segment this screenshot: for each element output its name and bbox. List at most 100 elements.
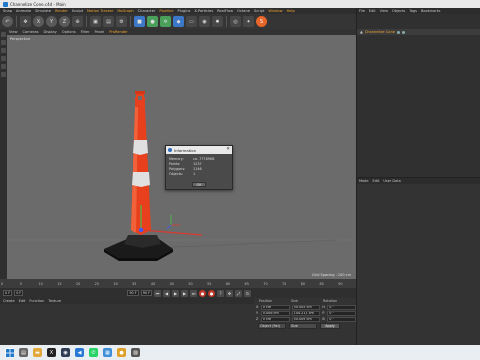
scene-icon[interactable]: S	[256, 16, 267, 27]
menu-item-render[interactable]: Render	[55, 9, 68, 13]
store-icon[interactable]: ▦	[103, 348, 112, 357]
y-axis-lock-icon[interactable]: Y	[46, 16, 57, 27]
object-menu-edit[interactable]: Edit	[369, 9, 376, 13]
object-menu-file[interactable]: File	[359, 9, 365, 13]
autokey-icon[interactable]: ●	[208, 289, 216, 297]
render-picture-viewer-icon[interactable]: ▤	[103, 16, 114, 27]
vscode-icon[interactable]: ◀	[75, 348, 84, 357]
material-menu-edit[interactable]: Edit	[19, 299, 26, 303]
viewport-menu-filter[interactable]: Filter	[81, 30, 90, 34]
keyframe-selection-icon[interactable]: ?	[217, 289, 225, 297]
coordinate-system-icon[interactable]: ⊕	[72, 16, 83, 27]
visibility-tag-icon[interactable]	[396, 30, 400, 34]
end-frame-field[interactable]: 90 F	[127, 290, 139, 296]
object-row[interactable]: ▲ Channelize Cone	[357, 29, 480, 35]
menu-item-character[interactable]: Character	[138, 9, 156, 13]
close-icon[interactable]: ✕	[226, 147, 230, 152]
move-tool-icon[interactable]: ✥	[20, 16, 31, 27]
ok-button[interactable]: OK	[192, 182, 206, 187]
object-menu-tags[interactable]: Tags	[409, 9, 417, 13]
folder-icon[interactable]: ▬	[33, 348, 42, 357]
menu-item-pipeline[interactable]: Pipeline	[159, 9, 173, 13]
menu-item-snap[interactable]: Snap	[3, 9, 12, 13]
size-field[interactable]: 50.009 cm	[291, 316, 321, 322]
material-menu-texture[interactable]: Texture	[48, 299, 61, 303]
deformer-icon[interactable]: ◆	[173, 16, 184, 27]
timeline-ruler[interactable]: 0 5 10 15 20 25 30 35 40 45 50 55 60 65 70 75 80 85 90	[0, 279, 356, 288]
rotation-field[interactable]: 0 °	[327, 316, 357, 322]
goto-start-icon[interactable]: ⏮	[154, 289, 162, 297]
start-frame-field[interactable]: 0 F	[3, 290, 13, 296]
polygons-mode-icon[interactable]	[1, 72, 6, 77]
viewport-menu-cameras[interactable]: Cameras	[23, 30, 39, 34]
menu-item-plugins[interactable]: Plugins	[177, 9, 190, 13]
rotation-field[interactable]: 0 °	[327, 304, 357, 310]
viewport-menu-view[interactable]: View	[9, 30, 18, 34]
whatsapp-icon[interactable]: ✆	[89, 348, 98, 357]
size-field[interactable]: 104.211 cm	[291, 310, 321, 316]
z-axis-lock-icon[interactable]: Z	[59, 16, 70, 27]
menu-item-script[interactable]: Script	[254, 9, 264, 13]
attribute-menu-edit[interactable]: Edit	[373, 179, 380, 183]
object-menu-objects[interactable]: Objects	[392, 9, 405, 13]
preview-end-field[interactable]: 90 F	[140, 290, 153, 296]
object-menu-view[interactable]: View	[380, 9, 388, 13]
rotation-key-icon[interactable]: ↻	[244, 289, 252, 297]
viewport-menu-display[interactable]: Display	[44, 30, 57, 34]
menu-item-realflow[interactable]: RealFlow	[217, 9, 233, 13]
position-field[interactable]: 0 cm	[260, 316, 290, 322]
file-explorer-icon[interactable]: ▤	[19, 348, 28, 357]
floor-icon[interactable]: ▭	[186, 16, 197, 27]
render-view-icon[interactable]: ▣	[90, 16, 101, 27]
menu-item-help[interactable]: Help	[287, 9, 295, 13]
menu-item-octane[interactable]: Octane	[237, 9, 250, 13]
viewport-menu-panel[interactable]: Panel	[95, 30, 105, 34]
size-field[interactable]: 50.005 cm	[291, 304, 321, 310]
octane-icon[interactable]: ◎	[230, 16, 241, 27]
viewport-menu-options[interactable]: Options	[62, 30, 76, 34]
viewport-menu-prorender[interactable]: ProRender	[109, 30, 128, 34]
menu-item-animate[interactable]: Animate	[16, 9, 31, 13]
object-menu-bookmarks[interactable]: Bookmarks	[421, 9, 441, 13]
texture-mode-icon[interactable]	[1, 48, 6, 53]
array-icon[interactable]: ✲	[160, 16, 171, 27]
material-menu-create[interactable]: Create	[3, 299, 15, 303]
play-icon[interactable]: ▶	[172, 289, 180, 297]
menu-item-mograph[interactable]: MoGraph	[117, 9, 133, 13]
menu-item-motion-tracker[interactable]: Motion Tracker	[87, 9, 113, 13]
edit-render-settings-icon[interactable]: ⚙	[116, 16, 127, 27]
xp-icon[interactable]: ✦	[243, 16, 254, 27]
attribute-menu-user-data[interactable]: User Data	[383, 179, 400, 183]
x-axis-lock-icon[interactable]: X	[33, 16, 44, 27]
material-manager[interactable]: Create Edit Function Texture	[0, 298, 254, 345]
prev-key-icon[interactable]: ◀	[163, 289, 171, 297]
record-icon[interactable]: ●	[199, 289, 207, 297]
cinema4d-taskbar-icon[interactable]: ◉	[61, 348, 70, 357]
points-mode-icon[interactable]	[1, 56, 6, 61]
menu-item-sculpt[interactable]: Sculpt	[72, 9, 83, 13]
goto-end-icon[interactable]: ⏭	[190, 289, 198, 297]
model-mode-icon[interactable]	[1, 40, 6, 45]
material-menu-function[interactable]: Function	[29, 299, 44, 303]
viewport-perspective[interactable]: Perspective Grid Spacing : 100 cm Inform…	[7, 35, 356, 279]
size-mode-select[interactable]: Size	[289, 323, 317, 329]
coordinate-mode-select[interactable]: Object (Rel)	[258, 323, 286, 329]
current-frame-field[interactable]: 0 F	[14, 290, 24, 296]
scale-key-icon[interactable]: ⤢	[235, 289, 243, 297]
attribute-menu-mode[interactable]: Mode	[359, 179, 369, 183]
rotation-field[interactable]: 0 °	[327, 310, 357, 316]
edges-mode-icon[interactable]	[1, 64, 6, 69]
undo-icon[interactable]: ↶	[2, 16, 13, 27]
subdivision-icon[interactable]: ●	[147, 16, 158, 27]
apply-button[interactable]: Apply	[320, 323, 340, 329]
position-field[interactable]: 0.006 cm	[260, 310, 290, 316]
camera-icon[interactable]: ◉	[199, 16, 210, 27]
start-icon[interactable]	[5, 348, 14, 357]
chrome-icon[interactable]: ●	[117, 348, 126, 357]
menu-item-x-particles[interactable]: X-Particles	[194, 9, 213, 13]
menu-item-simulate[interactable]: Simulate	[35, 9, 51, 13]
material-tag-icon[interactable]	[401, 30, 405, 34]
x-app-icon[interactable]: X	[47, 348, 56, 357]
photos-icon[interactable]: ▨	[131, 348, 140, 357]
make-editable-icon[interactable]	[1, 32, 6, 37]
